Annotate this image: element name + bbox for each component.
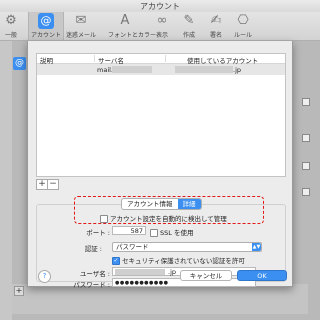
highlight-annotation: [74, 196, 264, 224]
help-button[interactable]: ?: [38, 270, 51, 283]
password-label: パスワード :: [73, 281, 110, 289]
add-account-button[interactable]: +: [14, 286, 24, 296]
toolbar-fonts-colors[interactable]: A フォントとカラー: [108, 12, 156, 40]
glasses-icon: ∞: [156, 13, 168, 28]
ssl-label: SSL を使用: [160, 229, 194, 237]
insecure-auth-label: セキュリティ保護されていない認証を許可: [122, 257, 245, 265]
ok-button[interactable]: OK: [237, 270, 287, 281]
toolbar-junk-mail[interactable]: ✉ 迷惑メール: [64, 12, 98, 40]
remove-server-button[interactable]: −: [47, 179, 59, 190]
at-sign-icon: @: [38, 13, 54, 29]
table-row[interactable]: mail. .jp: [37, 64, 285, 75]
port-field[interactable]: 587: [112, 226, 146, 235]
smtp-server-table: 説明 サーバ名 使用しているアカウント mail. .jp: [36, 53, 286, 177]
auth-method-select[interactable]: パスワード ▲▼: [112, 242, 262, 252]
auth-method-value: パスワード: [116, 243, 149, 251]
auth-label: 認証 :: [84, 245, 102, 253]
ssl-row: SSL を使用: [150, 227, 193, 237]
general-icon: ⚙: [5, 13, 17, 28]
smtp-server-sheet: 説明 サーバ名 使用しているアカウント mail. .jp + − アカウント情…: [27, 41, 293, 289]
account-cell: .jp: [233, 66, 241, 74]
signature-icon: ✍: [210, 13, 222, 28]
username-label: ユーザ名 :: [79, 270, 110, 278]
preferences-toolbar: ⚙ 一般 @ アカウント ✉ 迷惑メール A フォントとカラー ∞ 表示 ✎ 作…: [0, 12, 320, 41]
insecure-auth-row: ✓ セキュリティ保護されていない認証を許可: [112, 255, 245, 265]
accounts-sidebar: [0, 41, 12, 320]
chevron-updown-icon: ▲▼: [252, 243, 261, 251]
table-header: 説明 サーバ名 使用しているアカウント: [37, 54, 285, 65]
window-title: アカウント: [140, 2, 180, 11]
server-name-cell: mail.: [97, 66, 113, 74]
toolbar-rules[interactable]: ⎔ ルール: [226, 12, 260, 40]
ssl-checkbox[interactable]: [150, 229, 158, 237]
background-checkboxes: [296, 60, 320, 300]
redacted-username: [115, 269, 165, 275]
port-label: ポート :: [86, 229, 110, 237]
toolbar-accounts[interactable]: @ アカウント: [28, 12, 64, 40]
redacted-account: [175, 66, 233, 73]
username-value: .jp: [168, 268, 176, 276]
fonts-colors-icon: A: [120, 13, 130, 28]
cancel-button[interactable]: キャンセル: [180, 270, 232, 281]
redacted-server: [112, 66, 152, 73]
junk-mail-icon: ✉: [75, 13, 87, 28]
rules-icon: ⎔: [237, 13, 249, 28]
compose-icon: ✎: [183, 13, 195, 28]
toolbar-general[interactable]: ⚙ 一般: [0, 12, 28, 40]
account-at-icon: @: [13, 57, 26, 70]
insecure-auth-checkbox[interactable]: ✓: [112, 257, 120, 265]
background-footer: [12, 284, 308, 314]
